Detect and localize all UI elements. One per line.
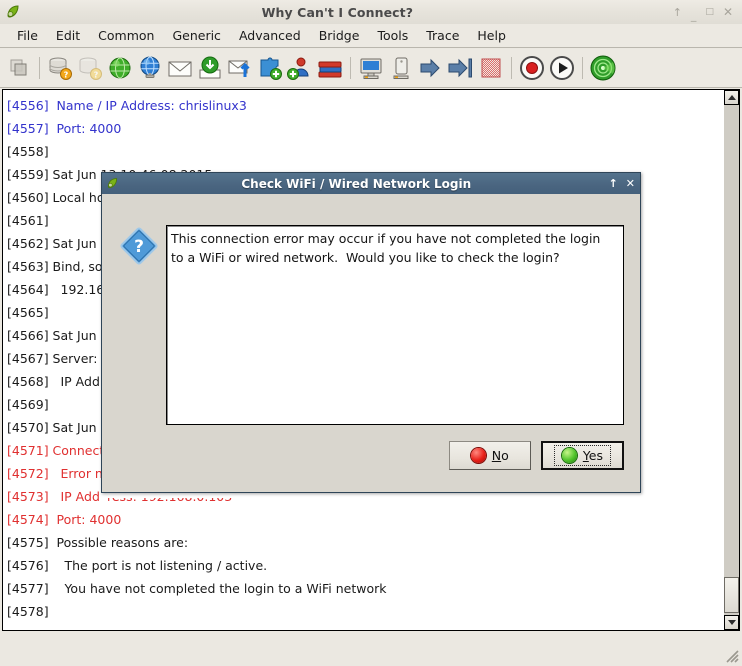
check-wifi-login-dialog: Check WiFi / Wired Network Login ↑ ✕ ? T… <box>101 172 641 493</box>
no-button-content: No <box>470 448 509 463</box>
dialog-body: ? This connection error may occur if you… <box>102 194 640 492</box>
menu-bar: File Edit Common Generic Advanced Bridge Tools… <box>0 24 742 48</box>
stop-icon[interactable] <box>476 52 506 84</box>
clipped-text: ress: 192.168.0.103 <box>107 498 232 508</box>
menu-item-common[interactable]: Common <box>89 26 163 45</box>
download-icon[interactable] <box>195 52 225 84</box>
dialog-rollup-icon[interactable]: ↑ <box>609 177 618 190</box>
green-led-icon <box>561 448 577 463</box>
clipped-text-artifact: ress: 192.168.0.103 <box>107 498 643 508</box>
svg-text:?: ? <box>94 71 99 80</box>
user-add-icon[interactable] <box>285 52 315 84</box>
globe-blue-icon[interactable] <box>135 52 165 84</box>
minimize-icon[interactable]: _ <box>691 10 697 21</box>
record-icon[interactable] <box>517 52 547 84</box>
yes-button[interactable]: Yes <box>540 441 624 470</box>
dialog-title: Check WiFi / Wired Network Login <box>241 176 472 191</box>
play-icon[interactable] <box>547 52 577 84</box>
no-button-label: No <box>492 448 509 463</box>
toolbar-separator <box>350 57 351 79</box>
maximize-icon[interactable]: □ <box>705 7 714 17</box>
arrow-right-icon[interactable] <box>416 52 446 84</box>
no-label-rest: o <box>501 448 509 463</box>
log-line: [4577] You have not completed the login … <box>7 581 387 596</box>
window-titlebar: Why Can't I Connect? ↑ _ □ ✕ <box>0 0 742 25</box>
dialog-close-icon[interactable]: ✕ <box>626 177 635 190</box>
log-line: [4558] <box>7 144 49 159</box>
toolbar-separator <box>582 57 583 79</box>
dialog-message-box: This connection error may occur if you h… <box>166 225 624 425</box>
toolbar-separator <box>511 57 512 79</box>
status-bar <box>0 633 742 666</box>
question-mark-icon: ? <box>119 226 159 266</box>
menu-item-bridge[interactable]: Bridge <box>310 26 369 45</box>
dialog-titlebar: Check WiFi / Wired Network Login ↑ ✕ <box>102 173 640 194</box>
menu-item-edit[interactable]: Edit <box>47 26 89 45</box>
chevron-down-icon <box>727 620 736 625</box>
chevron-up-icon <box>727 95 736 100</box>
yes-button-label: Yes <box>583 448 603 463</box>
mail-send-icon[interactable] <box>225 52 255 84</box>
scroll-down-button[interactable] <box>724 615 739 630</box>
log-line: [4576] The port is not listening / activ… <box>7 558 268 573</box>
puzzle-add-icon[interactable] <box>255 52 285 84</box>
copy-icon[interactable] <box>4 52 34 84</box>
no-accel-char: N <box>491 448 502 463</box>
menu-item-advanced[interactable]: Advanced <box>230 26 310 45</box>
resize-grip[interactable] <box>724 648 740 664</box>
server-icon[interactable] <box>386 52 416 84</box>
menu-item-file[interactable]: File <box>8 26 47 45</box>
log-line: [4557] Port: 4000 <box>7 121 122 136</box>
menu-item-trace[interactable]: Trace <box>417 26 468 45</box>
dialog-button-row: No Yes <box>448 441 624 470</box>
no-button[interactable]: No <box>448 441 531 470</box>
dialog-window-controls[interactable]: ↑ ✕ <box>609 177 635 190</box>
menu-item-tools[interactable]: Tools <box>368 26 417 45</box>
dialog-message-text: This connection error may occur if you h… <box>171 231 601 265</box>
menu-item-help[interactable]: Help <box>468 26 515 45</box>
scrollbar-track[interactable] <box>724 90 739 630</box>
arrow-right-end-icon[interactable] <box>446 52 476 84</box>
log-line: [4556] Name / IP Address: chrislinux3 <box>7 98 247 113</box>
window-title: Why Can't I Connect? <box>261 4 414 20</box>
books-icon[interactable] <box>315 52 345 84</box>
scroll-up-button[interactable] <box>724 90 739 105</box>
red-led-icon <box>470 448 486 463</box>
window-controls[interactable]: ↑ _ □ ✕ <box>673 6 742 21</box>
mail-icon[interactable] <box>165 52 195 84</box>
rollup-icon[interactable]: ↑ <box>673 7 682 18</box>
application-window: Why Can't I Connect? ↑ _ □ ✕ File Edit Com… <box>0 0 742 666</box>
toolbar-separator <box>39 57 40 79</box>
yes-label-rest: es <box>588 448 603 463</box>
menu-item-generic[interactable]: Generic <box>163 26 229 45</box>
log-line: [4574] Port: 4000 <box>7 512 122 527</box>
monitor-icon[interactable] <box>356 52 386 84</box>
database-query-disabled-icon[interactable]: ? <box>75 52 105 84</box>
database-query-icon[interactable]: ? <box>45 52 75 84</box>
vertical-scrollbar[interactable] <box>721 90 739 630</box>
log-line: [4578] <box>7 604 49 619</box>
yes-button-content: Yes <box>553 445 611 466</box>
svg-text:?: ? <box>64 71 69 80</box>
svg-text:?: ? <box>134 237 144 257</box>
radar-icon[interactable] <box>588 52 618 84</box>
scrollbar-thumb[interactable] <box>724 577 739 613</box>
close-icon[interactable]: ✕ <box>723 6 733 18</box>
log-line: [4575] Possible reasons are: <box>7 535 189 550</box>
globe-green-icon[interactable] <box>105 52 135 84</box>
toolbar: ? ? <box>0 49 742 88</box>
